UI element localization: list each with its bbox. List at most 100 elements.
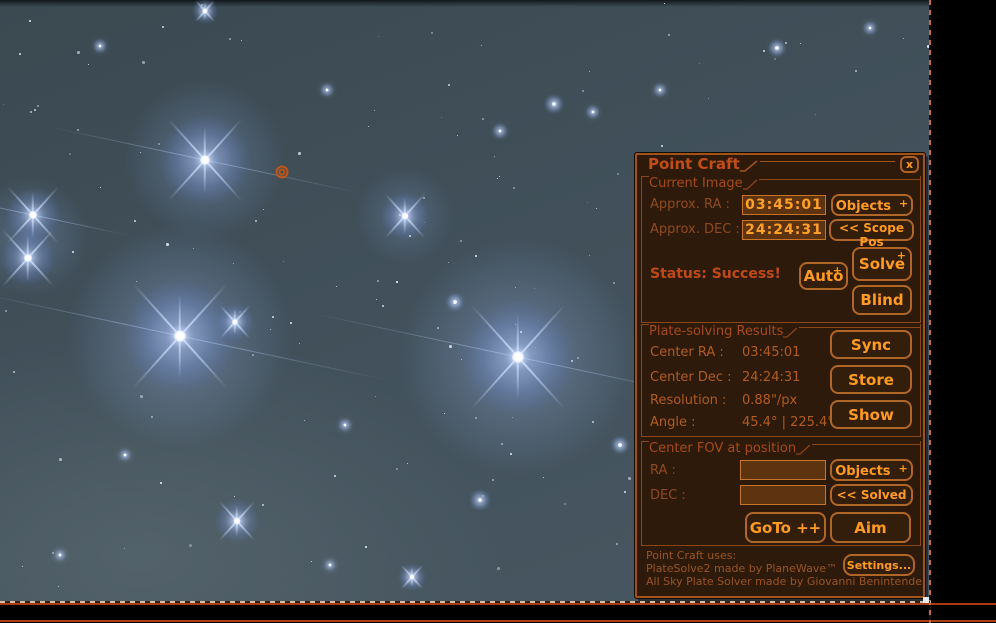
faint-star: [134, 220, 137, 223]
objects-button-label: Objects: [835, 198, 892, 214]
faint-star: [448, 262, 449, 263]
sync-button[interactable]: Sync: [830, 330, 912, 359]
group-current-image-head: Current Image: [642, 176, 920, 192]
section-rule: [799, 327, 920, 328]
faint-star: [437, 327, 439, 329]
faint-star: [589, 71, 590, 72]
goto-button[interactable]: GoTo ++: [745, 512, 826, 543]
faint-star: [708, 98, 710, 100]
fov-ra-label: RA :: [650, 463, 676, 478]
group-plate-solving: Plate-solving Results Center RA : 03:45:…: [641, 324, 921, 437]
faint-star: [664, 3, 665, 4]
star-core: [409, 574, 415, 580]
faint-star: [668, 34, 671, 37]
faint-star: [136, 281, 138, 283]
auto-button[interactable]: Auto +: [799, 262, 848, 290]
objects-button-fov[interactable]: Objects +: [830, 459, 913, 481]
faint-star: [582, 90, 584, 92]
star-core: [98, 44, 102, 48]
faint-star: [628, 477, 631, 480]
faint-star: [534, 288, 535, 289]
faint-star: [58, 586, 59, 587]
faint-star: [374, 110, 375, 111]
faint-star: [501, 443, 504, 446]
star-core: [202, 8, 208, 14]
resize-handle[interactable]: [923, 597, 929, 603]
faint-star: [699, 63, 701, 65]
approx-ra-label: Approx. RA :: [650, 197, 730, 212]
section-divider-slash: [742, 179, 758, 190]
approx-dec-input[interactable]: [742, 220, 826, 240]
faint-star: [492, 479, 495, 482]
show-button[interactable]: Show: [830, 400, 912, 429]
objects-button-current[interactable]: Objects +: [831, 194, 913, 216]
faint-star: [577, 357, 580, 360]
close-button[interactable]: x: [900, 156, 919, 173]
blind-button[interactable]: Blind: [852, 285, 912, 315]
faint-star: [543, 477, 545, 479]
faint-star: [444, 413, 445, 414]
faint-star: [233, 263, 235, 265]
faint-star: [272, 316, 274, 318]
result-value: 03:45:01: [742, 345, 801, 360]
faint-star: [283, 261, 285, 263]
solved-button[interactable]: << Solved: [830, 484, 913, 506]
star-core: [58, 553, 62, 557]
scope-pos-button[interactable]: << Scope Pos: [829, 219, 914, 249]
faint-star: [774, 58, 776, 60]
faint-star: [423, 197, 426, 200]
faint-star: [37, 105, 40, 108]
faint-star: [513, 187, 516, 190]
faint-star: [241, 40, 243, 42]
star-core: [453, 300, 457, 304]
fov-ra-input[interactable]: [740, 460, 826, 480]
group-current-image-label: Current Image: [649, 176, 743, 191]
point-craft-panel: Point Craft x Current Image Approx. RA :…: [635, 153, 925, 598]
faint-star: [903, 38, 904, 39]
solve-button[interactable]: Solve +: [852, 247, 912, 281]
credits-line-3: All Sky Plate Solver made by Giovanni Be…: [646, 575, 923, 588]
faint-star: [431, 32, 434, 35]
faint-star: [482, 118, 485, 121]
fov-dec-input[interactable]: [740, 485, 826, 505]
star-core: [618, 443, 622, 447]
group-center-fov: Center FOV at position RA : Objects + DEC…: [641, 441, 921, 546]
star-core: [552, 102, 556, 106]
star-core: [343, 423, 347, 427]
app-window: Point Craft x Current Image Approx. RA :…: [0, 0, 996, 623]
group-current-image: Current Image Approx. RA : Objects + Appr…: [641, 176, 921, 323]
faint-star: [378, 36, 379, 37]
settings-button[interactable]: Settings...: [843, 554, 915, 576]
faint-star: [229, 38, 231, 40]
star-core: [325, 88, 329, 92]
credits-line-1: Point Craft uses:: [646, 549, 737, 562]
objects-plus-badge: +: [899, 196, 909, 210]
aim-button[interactable]: Aim: [830, 512, 911, 543]
objects-plus-badge: +: [898, 461, 908, 475]
faint-star: [19, 53, 21, 55]
faint-star: [336, 286, 338, 288]
faint-star: [396, 281, 398, 283]
faint-star: [815, 114, 817, 116]
star-core: [24, 254, 32, 262]
star-core: [658, 88, 662, 92]
faint-star: [262, 504, 265, 507]
faint-star: [475, 255, 478, 258]
selection-border-vertical: [929, 0, 931, 623]
faint-star: [298, 152, 301, 155]
approx-dec-label: Approx. DEC :: [650, 222, 740, 237]
faint-star: [160, 482, 162, 484]
panel-title-bar[interactable]: Point Craft x: [641, 156, 919, 175]
result-label: Resolution :: [650, 393, 727, 408]
faint-star: [497, 567, 500, 570]
result-row-center-dec: Center Dec : 24:24:31: [650, 370, 800, 385]
store-button[interactable]: Store: [830, 365, 912, 394]
objects-button-label: Objects: [835, 463, 891, 479]
section-rule: [758, 179, 920, 180]
approx-ra-input[interactable]: [742, 195, 826, 215]
star-core: [401, 212, 409, 220]
faint-star: [624, 491, 626, 493]
group-plate-solving-label: Plate-solving Results: [649, 324, 784, 339]
faint-star: [140, 395, 143, 398]
star-core: [123, 453, 127, 457]
